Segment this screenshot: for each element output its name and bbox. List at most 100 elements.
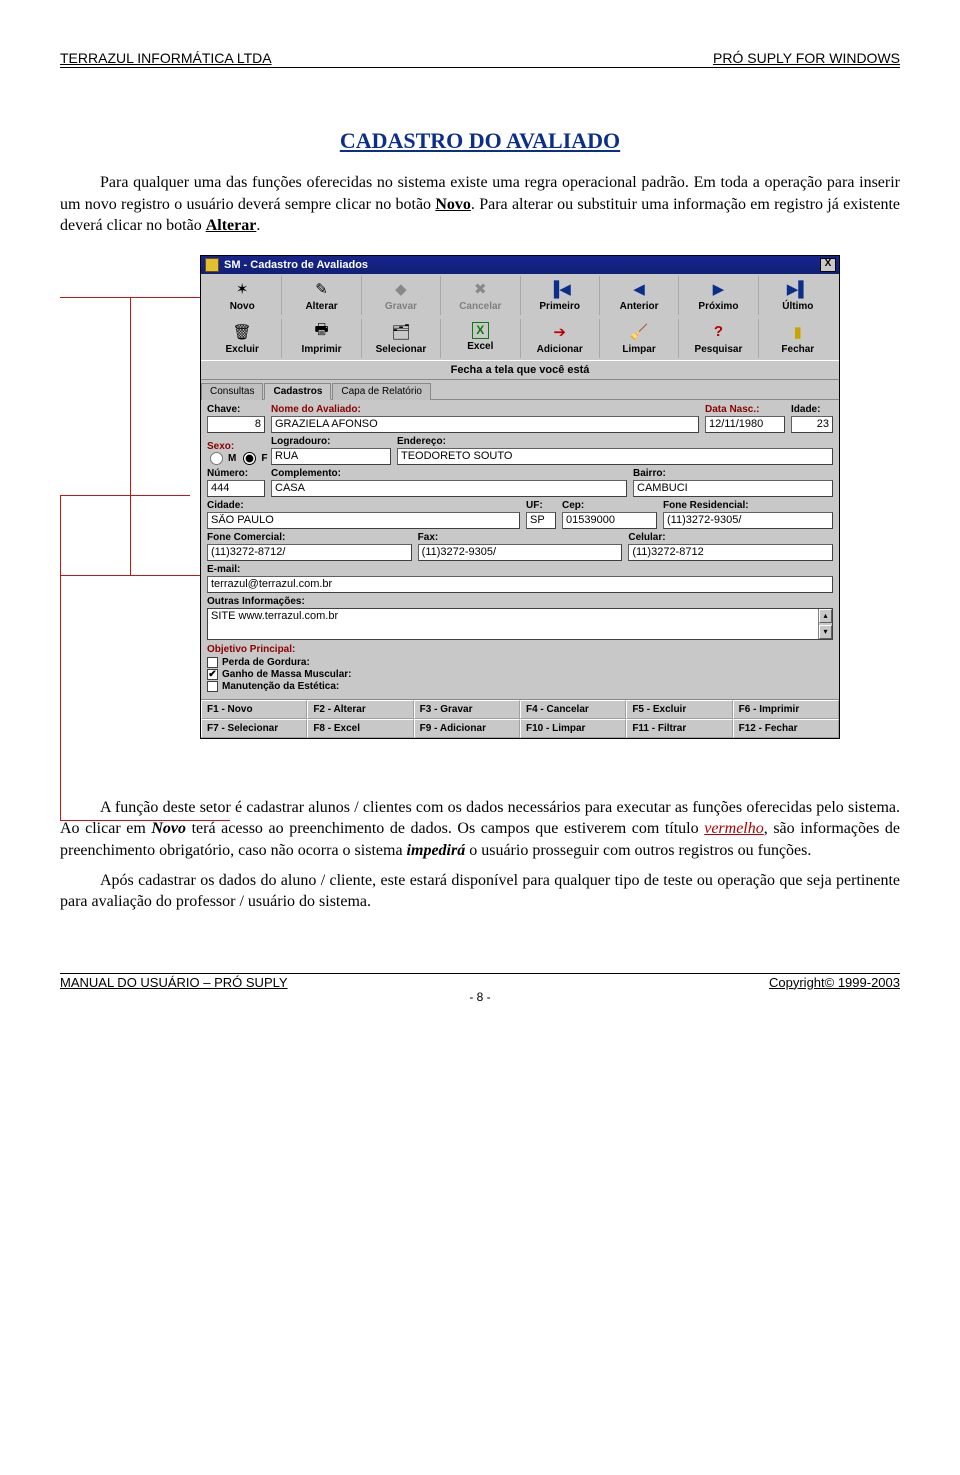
callout-line — [60, 575, 220, 576]
nome-input[interactable] — [271, 416, 699, 433]
body-paragraph-1: A função deste setor é cadastrar alunos … — [60, 797, 900, 862]
tabs: Consultas Cadastros Capa de Relatório — [201, 380, 839, 399]
fkey-f7[interactable]: F7 - Selecionar — [201, 719, 307, 738]
header-right: PRÓ SUPLY FOR WINDOWS — [713, 50, 900, 66]
sexo-group: Sexo: MF — [207, 441, 265, 465]
scroll-up-icon[interactable]: ▴ — [819, 609, 832, 623]
perda-gordura-checkbox[interactable]: Perda de Gordura: — [207, 657, 833, 668]
chave-label: Chave: — [207, 404, 265, 415]
comp-input[interactable] — [271, 480, 627, 497]
cel-label: Celular: — [628, 532, 833, 543]
outras-memo[interactable]: SITE www.terrazul.com.br▴▾ — [207, 608, 833, 640]
ganho-massa-checkbox[interactable]: ✔Ganho de Massa Muscular: — [207, 669, 833, 680]
pesquisar-button[interactable]: ?Pesquisar — [679, 319, 758, 358]
page-header: TERRAZUL INFORMÁTICA LTDA PRÓ SUPLY FOR … — [60, 50, 900, 68]
chave-input[interactable] — [207, 416, 265, 433]
anterior-button[interactable]: ◀Anterior — [600, 276, 679, 315]
cidade-label: Cidade: — [207, 500, 520, 511]
callout-line — [60, 495, 61, 820]
door-icon: ▮ — [788, 322, 808, 342]
form-body: Chave: Nome do Avaliado: Data Nasc.: Ida… — [201, 399, 839, 699]
cancelar-button: ✖Cancelar — [441, 276, 520, 315]
fechar-button[interactable]: ▮Fechar — [759, 319, 837, 358]
fonecom-input[interactable] — [207, 544, 412, 561]
proximo-button[interactable]: ▶Próximo — [679, 276, 758, 315]
cel-input[interactable] — [628, 544, 833, 561]
outras-label: Outras Informações: — [207, 596, 833, 607]
last-icon: ▶▌ — [788, 279, 808, 299]
fkey-f4[interactable]: F4 - Cancelar — [520, 700, 626, 719]
ultimo-button[interactable]: ▶▌Último — [759, 276, 837, 315]
fkey-f3[interactable]: F3 - Gravar — [414, 700, 520, 719]
end-input[interactable] — [397, 448, 833, 465]
sexo-m-radio[interactable] — [210, 452, 223, 465]
cep-input[interactable] — [562, 512, 657, 529]
print-icon: 🖶 — [312, 322, 332, 342]
cep-label: Cep: — [562, 500, 657, 511]
fonecom-label: Fone Comercial: — [207, 532, 412, 543]
callout-line — [60, 495, 190, 496]
edit-icon: ✎ — [312, 279, 332, 299]
page-footer: MANUAL DO USUÁRIO – PRÓ SUPLY Copyright©… — [60, 973, 900, 1004]
sexo-f-radio[interactable] — [243, 452, 256, 465]
fkey-f9[interactable]: F9 - Adicionar — [414, 719, 520, 738]
cidade-input[interactable] — [207, 512, 520, 529]
fkey-f2[interactable]: F2 - Alterar — [307, 700, 413, 719]
scroll-down-icon[interactable]: ▾ — [819, 625, 832, 639]
num-input[interactable] — [207, 480, 265, 497]
excluir-button[interactable]: 🗑Excluir — [203, 319, 282, 358]
header-left: TERRAZUL INFORMÁTICA LTDA — [60, 50, 272, 66]
logr-input[interactable] — [271, 448, 391, 465]
fkey-f5[interactable]: F5 - Excluir — [626, 700, 732, 719]
manutencao-checkbox[interactable]: Manutenção da Estética: — [207, 681, 833, 692]
close-button[interactable]: X — [820, 258, 836, 272]
foneres-input[interactable] — [663, 512, 833, 529]
objetivo-title: Objetivo Principal: — [207, 644, 833, 655]
imprimir-button[interactable]: 🖶Imprimir — [282, 319, 361, 358]
limpar-button[interactable]: 🧹Limpar — [600, 319, 679, 358]
page-number: - 8 - — [60, 990, 900, 1004]
adicionar-button[interactable]: ➔Adicionar — [521, 319, 600, 358]
objetivo-section: Objetivo Principal: Perda de Gordura: ✔G… — [207, 644, 833, 692]
fkey-f10[interactable]: F10 - Limpar — [520, 719, 626, 738]
selecionar-button[interactable]: 🗂Selecionar — [362, 319, 441, 358]
excel-button[interactable]: XExcel — [441, 319, 520, 358]
footer-left: MANUAL DO USUÁRIO – PRÓ SUPLY — [60, 975, 288, 990]
save-icon: ◆ — [391, 279, 411, 299]
fkey-f8[interactable]: F8 - Excel — [307, 719, 413, 738]
fax-input[interactable] — [418, 544, 623, 561]
trash-icon: 🗑 — [232, 322, 252, 342]
checkbox-icon — [207, 681, 218, 692]
alterar-button[interactable]: ✎Alterar — [282, 276, 361, 315]
dialog-cadastro-avaliados: SM - Cadastro de Avaliados X ✶Novo ✎Alte… — [200, 255, 840, 739]
email-label: E-mail: — [207, 564, 833, 575]
page-title: CADASTRO DO AVALIADO — [60, 128, 900, 154]
bairro-input[interactable] — [633, 480, 833, 497]
uf-label: UF: — [526, 500, 556, 511]
checkbox-icon: ✔ — [207, 669, 218, 680]
email-input[interactable] — [207, 576, 833, 593]
dnasc-input[interactable] — [705, 416, 785, 433]
cancel-icon: ✖ — [470, 279, 490, 299]
sexo-label: Sexo: — [207, 441, 265, 452]
fkey-f11[interactable]: F11 - Filtrar — [626, 719, 732, 738]
tab-cadastros[interactable]: Cadastros — [264, 383, 331, 400]
scrollbar[interactable]: ▴▾ — [818, 609, 832, 639]
tab-capa-relatorio[interactable]: Capa de Relatório — [332, 383, 431, 400]
nome-label: Nome do Avaliado: — [271, 404, 699, 415]
novo-button[interactable]: ✶Novo — [203, 276, 282, 315]
next-icon: ▶ — [708, 279, 728, 299]
comp-label: Complemento: — [271, 468, 627, 479]
idade-label: Idade: — [791, 404, 833, 415]
primeiro-button[interactable]: ▐◀Primeiro — [521, 276, 600, 315]
idade-input[interactable] — [791, 416, 833, 433]
tab-consultas[interactable]: Consultas — [201, 383, 263, 400]
bairro-label: Bairro: — [633, 468, 833, 479]
excel-icon: X — [472, 322, 489, 339]
uf-input[interactable] — [526, 512, 556, 529]
add-icon: ➔ — [550, 322, 570, 342]
titlebar[interactable]: SM - Cadastro de Avaliados X — [201, 256, 839, 274]
fkey-f12[interactable]: F12 - Fechar — [733, 719, 839, 738]
fkey-f6[interactable]: F6 - Imprimir — [733, 700, 839, 719]
fkey-f1[interactable]: F1 - Novo — [201, 700, 307, 719]
